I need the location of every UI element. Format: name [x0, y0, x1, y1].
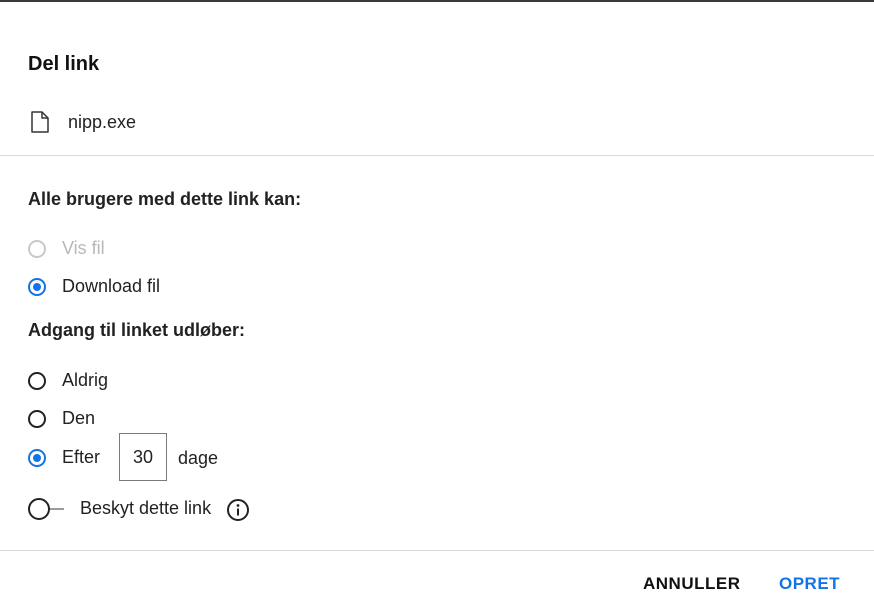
radio-download-file[interactable]: Download fil — [28, 276, 160, 297]
radio-button — [28, 239, 46, 258]
radio-button[interactable] — [28, 409, 46, 428]
radio-label: Aldrig — [62, 370, 109, 390]
radio-label: Download fil — [62, 276, 161, 296]
radio-view-file: Vis fil — [28, 238, 105, 259]
file-icon — [30, 111, 50, 133]
radio-label: Den — [62, 408, 96, 428]
days-input[interactable] — [119, 433, 167, 481]
toggle-knob[interactable] — [28, 498, 50, 520]
cancel-button[interactable]: ANNULLER — [643, 574, 741, 594]
info-icon[interactable] — [226, 498, 250, 527]
radio-button[interactable] — [28, 277, 46, 296]
footer-divider — [0, 550, 874, 551]
dialog-title: Del link — [28, 53, 100, 75]
radio-label: Vis fil — [62, 238, 105, 258]
create-button[interactable]: OPRET — [779, 574, 840, 594]
radio-label: Efter — [62, 447, 101, 467]
days-unit-label: dage — [178, 448, 219, 468]
file-name: nipp.exe — [68, 111, 137, 132]
radio-on-date[interactable]: Den — [28, 408, 95, 429]
radio-button[interactable] — [28, 448, 46, 467]
expiry-label: Adgang til linket udløber: — [28, 320, 245, 340]
radio-never[interactable]: Aldrig — [28, 370, 108, 391]
permissions-label: Alle brugere med dette link kan: — [28, 189, 302, 209]
top-border — [0, 0, 874, 2]
radio-button[interactable] — [28, 371, 46, 390]
protect-link-label: Beskyt dette link — [80, 498, 212, 518]
header-divider — [0, 155, 874, 156]
file-info: nipp.exe — [30, 111, 136, 133]
radio-after-days[interactable]: Efter — [28, 447, 100, 468]
protect-link-toggle[interactable] — [28, 498, 66, 520]
